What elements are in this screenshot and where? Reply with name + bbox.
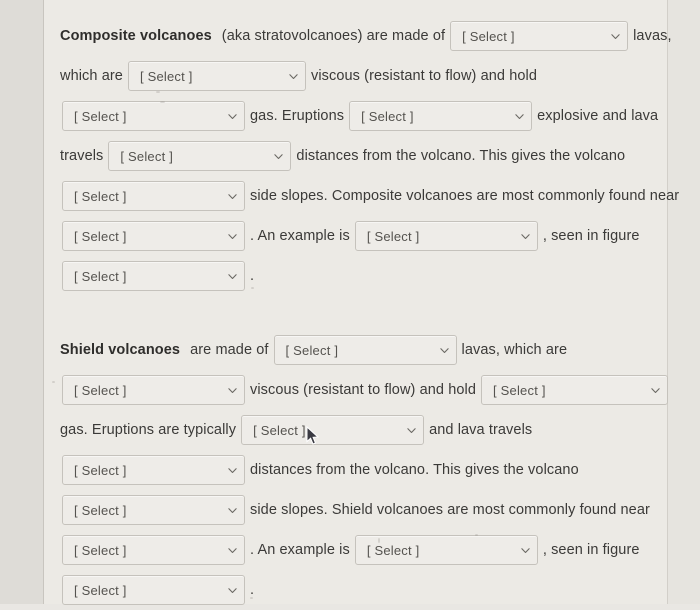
- shield-line-7: [ Select ].: [44, 570, 667, 610]
- composite-line-1-text-1: (aka stratovolcanoes) are made of: [221, 28, 446, 44]
- composite-slope-steepness-select[interactable]: [ Select ]: [62, 181, 245, 211]
- shield-lava-composition-select[interactable]: [ Select ]: [273, 335, 457, 365]
- chevron-down-icon: [228, 546, 237, 555]
- chevron-down-icon: [228, 586, 237, 595]
- composite-line-5: [ Select ] side slopes. Composite volcano…: [44, 176, 679, 216]
- select-placeholder: [ Select ]: [74, 268, 127, 284]
- composite-tectonic-setting-select[interactable]: [ Select ]: [62, 221, 245, 251]
- worksheet-page: Composite volcanoes (aka stratovolcanoes)…: [0, 0, 700, 605]
- composite-example-volcano-select[interactable]: [ Select ]: [354, 221, 538, 251]
- composite-eruption-style-select[interactable]: [ Select ]: [349, 101, 533, 131]
- composite-gas-amount-select[interactable]: [ Select ]: [62, 101, 245, 131]
- shield-line-6: [ Select ] . An example is [ Select ] , see…: [44, 530, 667, 570]
- composite-line-3: [ Select ] gas. Eruptions [ Select ] explos…: [44, 96, 667, 136]
- composite-line-7: [ Select ].: [44, 256, 667, 296]
- shield-line-3-text-2: and lava travels: [429, 422, 533, 438]
- right-vertical-rule: [667, 0, 668, 604]
- shield-line-2: [ Select ] viscous (resistant to flow) an…: [44, 370, 669, 410]
- chevron-down-icon: [439, 346, 449, 355]
- chevron-down-icon: [228, 386, 237, 395]
- chevron-down-icon: [228, 192, 237, 201]
- chevron-down-icon: [289, 72, 298, 81]
- chevron-down-icon: [274, 152, 284, 161]
- chevron-down-icon: [521, 232, 530, 241]
- shield-example-volcano-select[interactable]: [ Select ]: [354, 535, 538, 565]
- chevron-down-icon: [228, 112, 237, 121]
- shield-line-6-text-3: , seen in figure: [542, 542, 640, 558]
- select-placeholder: [ Select ]: [74, 582, 127, 598]
- composite-line-4-text-0: travels: [60, 148, 104, 164]
- select-placeholder: [ Select ]: [366, 228, 420, 244]
- select-placeholder: [ Select ]: [120, 148, 173, 164]
- composite-viscosity-select[interactable]: [ Select ]: [127, 61, 306, 91]
- composite-line-3-text-1: gas. Eruptions: [250, 108, 345, 124]
- shield-line-4-text-1: distances from the volcano. This gives t…: [250, 462, 579, 478]
- shield-line-3-text-0: gas. Eruptions are typically: [60, 422, 237, 438]
- composite-line-1: Composite volcanoes (aka stratovolcanoes)…: [44, 16, 671, 56]
- composite-line-7-text-1: .: [250, 268, 255, 284]
- shield-tectonic-setting-select[interactable]: [ Select ]: [62, 535, 245, 565]
- composite-line-1-text-0: Composite volcanoes: [60, 28, 212, 44]
- select-placeholder: [ Select ]: [74, 228, 127, 244]
- right-margin: [668, 0, 700, 604]
- chevron-down-icon: [228, 466, 237, 475]
- select-placeholder: [ Select ]: [493, 382, 546, 398]
- chevron-down-icon: [515, 112, 524, 121]
- select-placeholder: [ Select ]: [139, 68, 193, 84]
- shield-line-6-text-1: . An example is: [250, 542, 350, 558]
- composite-line-4: travels [ Select ] distances from the volc…: [44, 136, 667, 176]
- shield-line-7-text-1: .: [250, 582, 255, 598]
- select-placeholder: [ Select ]: [361, 108, 414, 124]
- shield-lava-travel-distance-select[interactable]: [ Select ]: [62, 455, 245, 485]
- composite-line-6-text-1: . An example is: [250, 228, 350, 244]
- chevron-down-icon: [228, 232, 237, 241]
- composite-line-6-text-3: , seen in figure: [542, 228, 640, 244]
- select-placeholder: [ Select ]: [462, 28, 515, 44]
- shield-viscosity-select[interactable]: [ Select ]: [62, 375, 245, 405]
- chevron-down-icon: [228, 506, 237, 515]
- shield-figure-number-select[interactable]: [ Select ]: [62, 575, 245, 605]
- composite-lava-composition-select[interactable]: [ Select ]: [450, 21, 629, 51]
- shield-line-1-text-0: Shield volcanoes: [60, 342, 181, 358]
- shield-line-1: Shield volcanoes are made of [ Select ] lav…: [44, 330, 667, 370]
- select-placeholder: [ Select ]: [74, 188, 127, 204]
- shield-volcanoes-paragraph: Shield volcanoes are made of [ Select ] lav…: [44, 330, 669, 610]
- select-placeholder: [ Select ]: [74, 502, 127, 518]
- select-placeholder: [ Select ]: [74, 382, 127, 398]
- select-placeholder: [ Select ]: [253, 422, 306, 438]
- select-placeholder: [ Select ]: [74, 462, 127, 478]
- chevron-down-icon: [611, 32, 620, 41]
- shield-line-2-text-1: viscous (resistant to flow) and hold: [250, 382, 477, 398]
- chevron-down-icon: [228, 272, 237, 281]
- composite-figure-number-select[interactable]: [ Select ]: [62, 261, 245, 291]
- composite-line-3-text-3: explosive and lava: [537, 108, 659, 124]
- composite-line-2: which are [ Select ] viscous (resistant to…: [44, 56, 667, 96]
- shield-gas-amount-select[interactable]: [ Select ]: [481, 375, 669, 405]
- composite-lava-travel-distance-select[interactable]: [ Select ]: [108, 141, 292, 171]
- select-placeholder: [ Select ]: [74, 542, 127, 558]
- composite-line-5-text-1: side slopes. Composite volcanoes are mos…: [250, 188, 680, 204]
- composite-volcanoes-paragraph: Composite volcanoes (aka stratovolcanoes)…: [44, 16, 679, 296]
- shield-line-1-text-3: lavas, which are: [461, 342, 568, 358]
- composite-line-2-text-0: which are: [60, 68, 123, 84]
- shield-line-5-text-1: side slopes. Shield volcanoes are most c…: [250, 502, 650, 518]
- shield-slope-steepness-select[interactable]: [ Select ]: [62, 495, 245, 525]
- chevron-down-icon: [407, 426, 416, 435]
- left-gutter: [0, 0, 43, 604]
- shield-line-4: [ Select ] distances from the volcano. Th…: [44, 450, 667, 490]
- chevron-down-icon: [651, 386, 660, 395]
- chevron-down-icon: [521, 546, 530, 555]
- shield-line-1-text-1: are made of: [190, 342, 269, 358]
- composite-line-1-text-3: lavas,: [633, 28, 672, 44]
- question-content-area: Composite volcanoes (aka stratovolcanoes)…: [44, 0, 679, 605]
- composite-line-4-text-2: distances from the volcano. This gives t…: [296, 148, 626, 164]
- composite-line-2-text-2: viscous (resistant to flow) and hold: [310, 68, 538, 84]
- shield-eruption-style-select[interactable]: [ Select ]: [241, 415, 425, 445]
- composite-line-6: [ Select ] . An example is [ Select ] , see…: [44, 216, 667, 256]
- shield-line-3: gas. Eruptions are typically [ Select ] an…: [44, 410, 667, 450]
- select-placeholder: [ Select ]: [285, 342, 339, 358]
- select-placeholder: [ Select ]: [74, 108, 127, 124]
- select-placeholder: [ Select ]: [366, 542, 420, 558]
- shield-line-5: [ Select ] side slopes. Shield volcanoes …: [44, 490, 667, 530]
